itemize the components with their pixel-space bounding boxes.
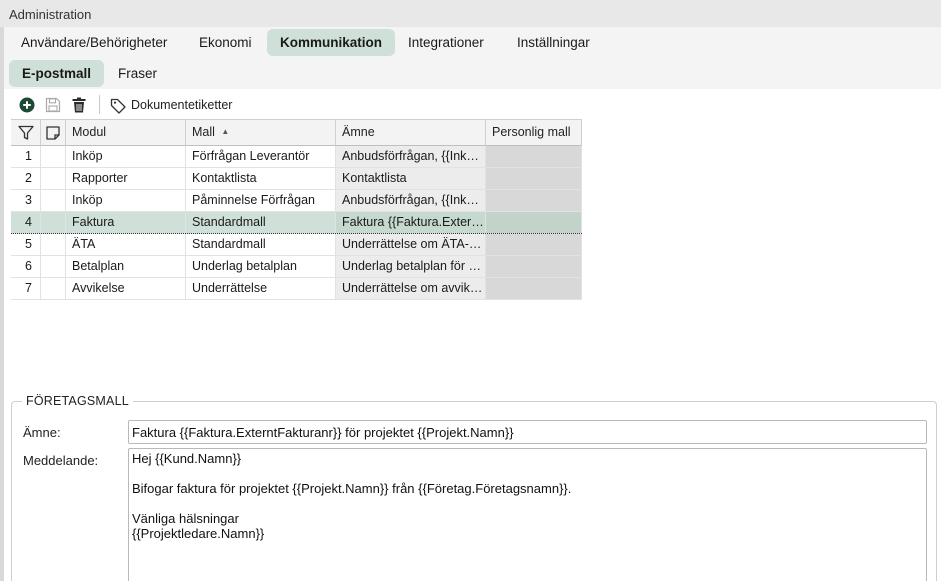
- mall-cell: Standardmall: [186, 212, 336, 233]
- personlig-cell: [486, 212, 582, 233]
- subject-input[interactable]: Faktura {{Faktura.ExterntFakturanr}} för…: [128, 420, 927, 444]
- row-number-cell: 2: [11, 168, 41, 189]
- column-header-personlig[interactable]: Personlig mall: [486, 120, 582, 146]
- notes-column-header[interactable]: [41, 120, 66, 146]
- amne-cell: Underlag betalplan för projektet: [336, 256, 486, 277]
- personlig-cell: [486, 278, 582, 299]
- mall-cell: Påminnelse Förfrågan: [186, 190, 336, 211]
- message-label: Meddelande:: [23, 453, 99, 468]
- tab-e-postmall[interactable]: E-postmall: [9, 60, 105, 87]
- personlig-cell: [486, 168, 582, 189]
- delete-button[interactable]: [70, 96, 88, 114]
- mall-cell: Standardmall: [186, 234, 336, 255]
- modul-cell: ÄTA: [66, 234, 186, 255]
- sort-ascending-icon: ▲: [221, 127, 230, 136]
- tab-installningar[interactable]: Inställningar: [504, 29, 603, 56]
- window-title: Administration: [0, 0, 941, 27]
- column-header-mall-label: Mall: [192, 125, 215, 139]
- table-row[interactable]: 1 Inköp Förfrågan Leverantör Anbudsförfråga…: [11, 146, 582, 168]
- tab-integrationer[interactable]: Integrationer: [395, 29, 497, 56]
- modul-cell: Rapporter: [66, 168, 186, 189]
- save-icon: [45, 97, 61, 113]
- table-row[interactable]: 3 Inköp Påminnelse Förfrågan Anbudsförfråga…: [11, 190, 582, 212]
- row-number-cell: 7: [11, 278, 41, 299]
- row-flag-cell: [41, 278, 66, 299]
- amne-cell: Faktura {{Faktura.ExterntFakturanr}}: [336, 212, 486, 233]
- mall-cell: Förfrågan Leverantör: [186, 146, 336, 167]
- personlig-cell: [486, 234, 582, 255]
- row-number-cell: 3: [11, 190, 41, 211]
- row-flag-cell: [41, 190, 66, 211]
- modul-cell: Faktura: [66, 212, 186, 233]
- filter-button[interactable]: [11, 120, 41, 146]
- modul-cell: Inköp: [66, 190, 186, 211]
- grid-header: Modul Mall ▲ Ämne Personlig mall: [11, 119, 582, 146]
- sub-tab-bar: E-postmall Fraser: [4, 58, 941, 89]
- row-flag-cell: [41, 212, 66, 233]
- table-row[interactable]: 2 Rapporter Kontaktlista Kontaktlista: [11, 168, 582, 190]
- add-button[interactable]: [18, 96, 36, 114]
- message-textarea[interactable]: Hej {{Kund.Namn}} Bifogar faktura för pr…: [128, 448, 927, 581]
- mall-cell: Underrättelse: [186, 278, 336, 299]
- column-header-mall[interactable]: Mall ▲: [186, 120, 336, 146]
- row-flag-cell: [41, 168, 66, 189]
- amne-cell: Anbudsförfrågan, {{Inköp.Namn}}: [336, 190, 486, 211]
- tab-fraser[interactable]: Fraser: [105, 60, 170, 87]
- column-header-modul[interactable]: Modul: [66, 120, 186, 146]
- tab-anvandare[interactable]: Användare/Behörigheter: [8, 29, 180, 56]
- row-number-cell: 1: [11, 146, 41, 167]
- amne-cell: Kontaktlista: [336, 168, 486, 189]
- mall-cell: Kontaktlista: [186, 168, 336, 189]
- modul-cell: Betalplan: [66, 256, 186, 277]
- save-button[interactable]: [44, 96, 62, 114]
- document-tags-button[interactable]: Dokumentetiketter: [110, 96, 232, 114]
- mall-cell: Underlag betalplan: [186, 256, 336, 277]
- modul-cell: Inköp: [66, 146, 186, 167]
- template-grid: Modul Mall ▲ Ämne Personlig mall 1 Inköp F…: [11, 119, 582, 300]
- personlig-cell: [486, 190, 582, 211]
- table-row[interactable]: 5 ÄTA Standardmall Underrättelse om ÄTA-arb…: [11, 234, 582, 256]
- amne-cell: Anbudsförfrågan, {{Inköp.Namn}}: [336, 146, 486, 167]
- tab-ekonomi[interactable]: Ekonomi: [186, 29, 265, 56]
- personlig-cell: [486, 146, 582, 167]
- company-template-legend: FÖRETAGSMALL: [22, 394, 133, 408]
- subject-label: Ämne:: [23, 425, 61, 440]
- amne-cell: Underrättelse om ÄTA-arbete: [336, 234, 486, 255]
- main-tab-bar: Användare/Behörigheter Ekonomi Kommunika…: [4, 27, 941, 58]
- document-tags-label: Dokumentetiketter: [131, 98, 233, 112]
- row-flag-cell: [41, 234, 66, 255]
- table-row[interactable]: 4 Faktura Standardmall Faktura {{Faktura.Ex…: [11, 212, 582, 234]
- note-icon: [46, 126, 60, 140]
- amne-cell: Underrättelse om avvikelse: [336, 278, 486, 299]
- trash-icon: [72, 97, 86, 113]
- grid-body: 1 Inköp Förfrågan Leverantör Anbudsförfråga…: [11, 146, 582, 300]
- tab-kommunikation[interactable]: Kommunikation: [267, 29, 396, 56]
- table-row[interactable]: 7 Avvikelse Underrättelse Underrättelse om …: [11, 278, 582, 300]
- column-header-amne[interactable]: Ämne: [336, 120, 486, 146]
- filter-icon: [18, 125, 34, 140]
- row-number-cell: 5: [11, 234, 41, 255]
- row-number-cell: 6: [11, 256, 41, 277]
- plus-circle-icon: [19, 97, 35, 113]
- row-flag-cell: [41, 256, 66, 277]
- modul-cell: Avvikelse: [66, 278, 186, 299]
- personlig-cell: [486, 256, 582, 277]
- table-row[interactable]: 6 Betalplan Underlag betalplan Underlag bet…: [11, 256, 582, 278]
- row-number-cell: 4: [11, 212, 41, 233]
- toolbar: Dokumentetiketter: [4, 89, 941, 119]
- tag-icon: [110, 98, 126, 114]
- row-flag-cell: [41, 146, 66, 167]
- toolbar-separator: [99, 95, 100, 114]
